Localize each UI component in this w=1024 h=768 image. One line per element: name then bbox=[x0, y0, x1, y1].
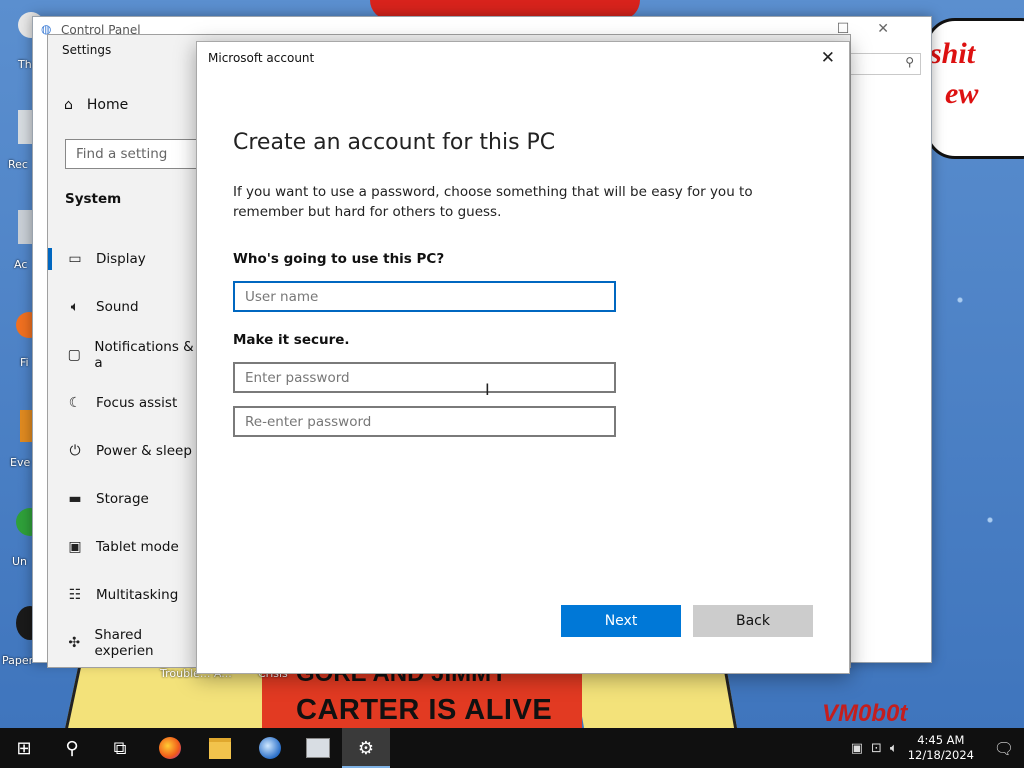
reenter-password-input[interactable] bbox=[233, 406, 616, 437]
nav-item-storage[interactable]: ▬ Storage bbox=[48, 486, 198, 512]
file-explorer-taskbar-button[interactable] bbox=[196, 728, 244, 768]
browser-icon bbox=[259, 737, 281, 759]
microsoft-account-dialog: Microsoft account ✕ Create an account fo… bbox=[196, 41, 850, 674]
password-input[interactable] bbox=[233, 362, 616, 393]
remote-icon bbox=[306, 738, 330, 758]
multitasking-icon: ☷ bbox=[68, 587, 82, 603]
nav-item-tablet-mode[interactable]: ▣ Tablet mode bbox=[48, 534, 198, 560]
desktop-icon-label[interactable]: Un bbox=[12, 555, 27, 568]
desktop-icon-label[interactable]: Eve bbox=[10, 456, 30, 469]
secure-label: Make it secure. bbox=[233, 332, 350, 348]
task-view-icon: ⧉ bbox=[113, 737, 127, 759]
close-icon[interactable]: ✕ bbox=[877, 21, 917, 37]
desktop-icon-label[interactable]: Th bbox=[18, 58, 32, 71]
file-explorer-icon bbox=[209, 737, 231, 759]
desktop-icon-label[interactable]: Ac bbox=[14, 258, 27, 271]
network-adapter-icon[interactable]: ▣ bbox=[851, 741, 863, 756]
storage-icon: ▬ bbox=[68, 491, 82, 507]
shared-icon: ✣ bbox=[68, 635, 81, 651]
clock-date: 12/18/2024 bbox=[907, 748, 974, 762]
dialog-description: If you want to use a password, choose so… bbox=[233, 184, 753, 220]
nav-item-label: Notifications & a bbox=[94, 339, 194, 371]
search-icon: ⚲ bbox=[65, 737, 79, 759]
remote-taskbar-button[interactable] bbox=[294, 728, 342, 768]
text-cursor-icon: I bbox=[485, 380, 490, 399]
wallpaper-signature: VM0b0t bbox=[822, 700, 908, 727]
home-icon: ⌂ bbox=[64, 97, 73, 113]
nav-item-label: Shared experien bbox=[94, 627, 154, 659]
desktop-icon-label[interactable]: Fi bbox=[20, 356, 29, 369]
dialog-title: Microsoft account bbox=[208, 51, 315, 65]
system-tray: ▣ ⊡ 🔈︎ 4:45 AM 12/18/2024 🗨︎ bbox=[847, 728, 1024, 768]
search-icon: ⚲ bbox=[905, 55, 914, 69]
sound-icon: 🔈︎ bbox=[70, 299, 80, 315]
nav-item-label: Focus assist bbox=[96, 395, 178, 411]
browser-taskbar-button[interactable] bbox=[246, 728, 294, 768]
nav-item-label: Tablet mode bbox=[96, 539, 179, 555]
network-icon[interactable]: ⊡ bbox=[871, 741, 882, 756]
find-setting-placeholder: Find a setting bbox=[76, 146, 168, 162]
notification-center-button[interactable]: 🗨︎ bbox=[984, 728, 1024, 768]
next-button[interactable]: Next bbox=[561, 605, 681, 637]
settings-home-link[interactable]: ⌂ Home bbox=[64, 97, 128, 113]
wallpaper-bubble-text: shit ew bbox=[930, 37, 979, 110]
firefox-taskbar-button[interactable] bbox=[146, 728, 194, 768]
user-question-label: Who's going to use this PC? bbox=[233, 251, 445, 267]
start-icon: ⊞ bbox=[16, 737, 32, 759]
tablet-icon: ▣ bbox=[68, 539, 82, 555]
settings-section-title: System bbox=[65, 191, 122, 207]
focus-assist-icon: ☾ bbox=[68, 395, 82, 411]
back-button[interactable]: Back bbox=[693, 605, 813, 637]
search-button[interactable]: ⚲ bbox=[48, 728, 96, 768]
display-icon: ▭ bbox=[68, 251, 82, 267]
wallpaper-text: CARTER IS ALIVE bbox=[296, 694, 553, 726]
notification-icon: 🗨︎ bbox=[993, 738, 1015, 758]
nav-item-sound[interactable]: 🔈︎ Sound bbox=[48, 294, 198, 320]
taskbar-clock[interactable]: 4:45 AM 12/18/2024 bbox=[908, 733, 974, 763]
settings-title: Settings bbox=[62, 43, 112, 57]
desktop-icon-label[interactable]: Rec bbox=[8, 158, 28, 171]
nav-item-multitasking[interactable]: ☷ Multitasking bbox=[48, 582, 198, 608]
dialog-heading: Create an account for this PC bbox=[233, 130, 556, 155]
start-button[interactable]: ⊞ bbox=[0, 728, 48, 768]
volume-muted-icon[interactable]: 🔈︎ bbox=[890, 741, 898, 756]
desktop-icon-label[interactable]: Paper bbox=[2, 654, 33, 667]
nav-item-label: Sound bbox=[96, 299, 139, 315]
wallpaper-arm-right bbox=[572, 665, 741, 728]
task-view-button[interactable]: ⧉ bbox=[96, 728, 144, 768]
close-icon[interactable]: ✕ bbox=[821, 48, 835, 68]
power-icon: ⏻ bbox=[69, 443, 81, 459]
firefox-icon bbox=[159, 737, 181, 759]
nav-item-label: Power & sleep bbox=[96, 443, 192, 459]
notifications-icon: ▢ bbox=[67, 347, 81, 363]
nav-item-label: Storage bbox=[96, 491, 149, 507]
nav-item-label: Multitasking bbox=[96, 587, 179, 603]
nav-item-notifications[interactable]: ▢ Notifications & a bbox=[48, 339, 198, 371]
settings-taskbar-button[interactable]: ⚙ bbox=[342, 728, 390, 768]
taskbar: ⊞ ⚲ ⧉ ⚙ ▣ ⊡ 🔈︎ 4:45 AM 12/18/2024 🗨︎ bbox=[0, 728, 1024, 768]
nav-item-shared-experiences[interactable]: ✣ Shared experien bbox=[48, 627, 198, 659]
nav-item-focus-assist[interactable]: ☾ Focus assist bbox=[48, 390, 198, 416]
settings-home-label: Home bbox=[86, 97, 129, 113]
clock-time: 4:45 AM bbox=[917, 733, 965, 747]
nav-item-display[interactable]: ▭ Display bbox=[48, 246, 198, 272]
user-name-input[interactable] bbox=[233, 281, 616, 312]
nav-item-power-sleep[interactable]: ⏻ Power & sleep bbox=[48, 438, 198, 464]
nav-item-label: Display bbox=[96, 251, 146, 267]
settings-icon: ⚙ bbox=[357, 737, 375, 759]
control-panel-search-input[interactable]: ⚲ bbox=[841, 53, 921, 75]
